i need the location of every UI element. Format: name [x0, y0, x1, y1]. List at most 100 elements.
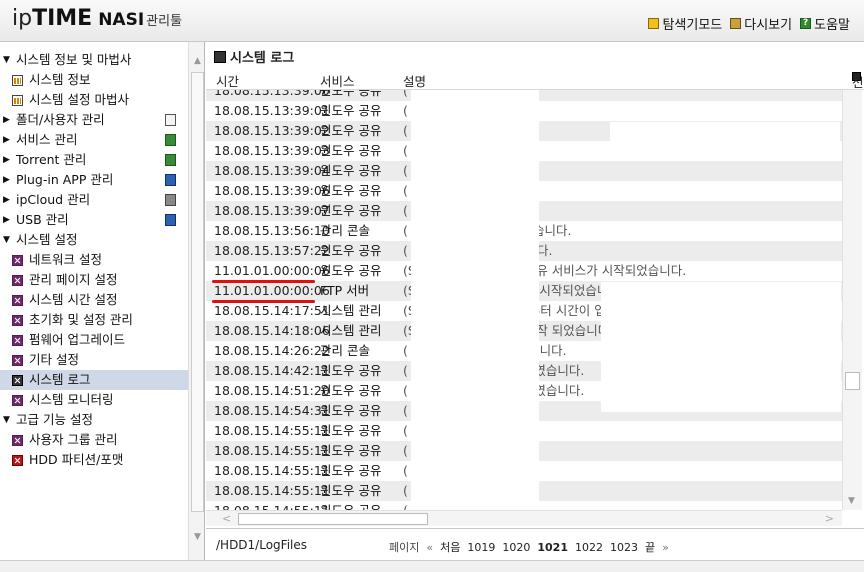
sidebar-item[interactable]: ▶ Torrent 관리 [0, 150, 188, 170]
col-description[interactable]: 설명 [403, 71, 426, 90]
sidebar-item[interactable]: 시스템 설정 마법사 [0, 90, 188, 110]
sidebar-item-label: ipCloud 관리 [16, 192, 91, 207]
log-time: 18.08.15.14:51:20 [214, 383, 330, 398]
scroll-down-icon[interactable]: ▼ [192, 532, 203, 542]
sidebar-item-label: 관리 페이지 설정 [29, 272, 118, 287]
sidebar-item[interactable]: 시스템 모니터링 [0, 390, 188, 410]
sidebar-item[interactable]: ▼ 고급 기능 설정 [0, 410, 188, 430]
pagination: 페이지 « 처음 1019 1020 1021 1022 1023 끝 » [389, 539, 669, 555]
reload-link[interactable]: 다시보기 [730, 14, 792, 33]
sidebar-item-label: 펌웨어 업그레이드 [29, 332, 125, 347]
reload-label: 다시보기 [744, 18, 793, 33]
pager-last-link[interactable]: 끝 [645, 539, 655, 555]
reload-icon [730, 18, 742, 29]
chart-icon [12, 95, 23, 106]
caret-down-icon[interactable]: ▼ [3, 50, 11, 70]
panel-title-text: 시스템 로그 [230, 51, 295, 66]
caret-right-icon[interactable]: ▶ [3, 170, 11, 190]
col-service[interactable]: 서비스 [320, 71, 355, 90]
pager-prev-link[interactable]: « [426, 541, 433, 554]
caret-down-icon[interactable]: ▼ [3, 410, 11, 430]
sidebar-item[interactable]: 네트워크 설정 [0, 250, 188, 270]
help-link[interactable]: ? 도움말 [800, 14, 850, 33]
service-icon [165, 134, 176, 146]
sidebar-item[interactable]: HDD 파티션/포맷 [0, 450, 188, 470]
sidebar: ▼ 시스템 정보 및 마법사 시스템 정보 시스템 설정 마법사 ▶ 폴더/사용자 관리 ▶… [0, 42, 205, 560]
caret-right-icon[interactable]: ▶ [3, 130, 11, 150]
pager-page-link[interactable]: 1022 [575, 541, 603, 554]
cross-icon [12, 255, 23, 266]
sidebar-item[interactable]: 사용자 그룹 관리 [0, 430, 188, 450]
log-service: 윈도우 공유 [320, 423, 382, 438]
sidebar-item[interactable]: 초기화 및 설정 관리 [0, 310, 188, 330]
sidebar-item-label: 기타 설정 [29, 352, 79, 367]
sidebar-item-label: 폴더/사용자 관리 [16, 112, 105, 127]
sidebar-item[interactable]: 시스템 로그 [0, 370, 188, 390]
sidebar-scroll-thumb[interactable] [191, 72, 204, 512]
log-time: 18.08.15.14:26:22 [214, 343, 330, 358]
pager-pages: 1019 1020 1021 1022 1023 [467, 541, 638, 554]
log-time: 18.08.15.13:39:00 [214, 90, 330, 98]
sidebar-item-label: 시스템 시간 설정 [29, 292, 118, 307]
caret-down-icon[interactable]: ▼ [3, 230, 11, 250]
pager-page-link[interactable]: 1020 [502, 541, 530, 554]
log-vertical-scrollbar[interactable]: ▼ [842, 90, 862, 510]
scroll-up-icon[interactable]: ▲ [192, 56, 203, 66]
log-horizontal-scrollbar[interactable]: < > [206, 510, 842, 526]
log-time: 18.08.15.13:39:01 [214, 103, 330, 118]
brand-nas: NASI [98, 10, 145, 30]
scroll-left-icon[interactable]: < [222, 511, 231, 527]
log-time: 18.08.15.14:55:11 [214, 443, 330, 458]
cross-icon [12, 435, 23, 446]
sidebar-item[interactable]: ▶ USB 관리 [0, 210, 188, 230]
explorer-mode-link[interactable]: 탐색기모드 [648, 14, 722, 33]
log-service: 윈도우 공유 [320, 501, 381, 510]
log-time: 18.08.15.13:39:04 [214, 163, 330, 178]
log-service: 윈도우 공유 [320, 103, 382, 118]
log-hscroll-thumb[interactable] [238, 513, 428, 525]
log-panel-icon [214, 50, 226, 63]
sidebar-item[interactable]: 펌웨어 업그레이드 [0, 330, 188, 350]
sidebar-item[interactable]: 시스템 정보 [0, 70, 188, 90]
torrent-icon [165, 154, 176, 166]
pager-page-link[interactable]: 1019 [467, 541, 495, 554]
redaction-block [610, 122, 840, 150]
log-time: 18.08.15.13:56:10 [214, 223, 330, 238]
sidebar-item[interactable]: 기타 설정 [0, 350, 188, 370]
log-service: 윈도우 공유 [320, 403, 382, 418]
sidebar-item-label: 초기화 및 설정 관리 [29, 312, 133, 327]
sidebar-item[interactable]: 시스템 시간 설정 [0, 290, 188, 310]
log-service: 관리 콘솔 [320, 223, 370, 238]
pager-first-link[interactable]: 처음 [440, 539, 460, 555]
sidebar-scrollbar[interactable]: ▲ ▼ [188, 42, 204, 560]
redaction-block [601, 282, 841, 412]
pager-page-link[interactable]: 1021 [537, 541, 568, 554]
scroll-right-icon[interactable]: > [825, 511, 834, 527]
pager-page-link[interactable]: 1023 [610, 541, 638, 554]
log-scroll-thumb[interactable] [845, 372, 860, 390]
sidebar-item-label: 시스템 정보 [29, 72, 91, 87]
sidebar-item-label: 시스템 모니터링 [29, 392, 114, 407]
sidebar-item-label: 시스템 설정 마법사 [29, 92, 129, 107]
sidebar-item[interactable]: ▼ 시스템 설정 [0, 230, 188, 250]
col-time[interactable]: 시간 [216, 71, 239, 90]
log-time: 18.08.15.14:17:51 [214, 303, 330, 318]
pager-next-link[interactable]: » [662, 541, 669, 554]
sidebar-item[interactable]: ▶ Plug-in APP 관리 [0, 170, 188, 190]
caret-right-icon[interactable]: ▶ [3, 150, 11, 170]
caret-right-icon[interactable]: ▶ [3, 110, 11, 130]
log-service: 윈도우 공유 [320, 383, 382, 398]
clear-all-label: 전체삭제 [852, 75, 864, 90]
sidebar-item[interactable]: ▶ 폴더/사용자 관리 [0, 110, 188, 130]
log-time: 18.08.15.13:39:03 [214, 143, 330, 158]
caret-right-icon[interactable]: ▶ [3, 210, 11, 230]
caret-right-icon[interactable]: ▶ [3, 190, 11, 210]
sidebar-item[interactable]: ▶ ipCloud 관리 [0, 190, 188, 210]
sidebar-item[interactable]: ▼ 시스템 정보 및 마법사 [0, 50, 188, 70]
log-service: FTP 서버 [320, 283, 370, 298]
sidebar-item-label: 네트워크 설정 [29, 252, 102, 267]
scroll-down-icon[interactable]: ▼ [848, 496, 855, 506]
sidebar-item[interactable]: 관리 페이지 설정 [0, 270, 188, 290]
panel-title: 시스템 로그 [214, 47, 294, 66]
sidebar-item[interactable]: ▶ 서비스 관리 [0, 130, 188, 150]
